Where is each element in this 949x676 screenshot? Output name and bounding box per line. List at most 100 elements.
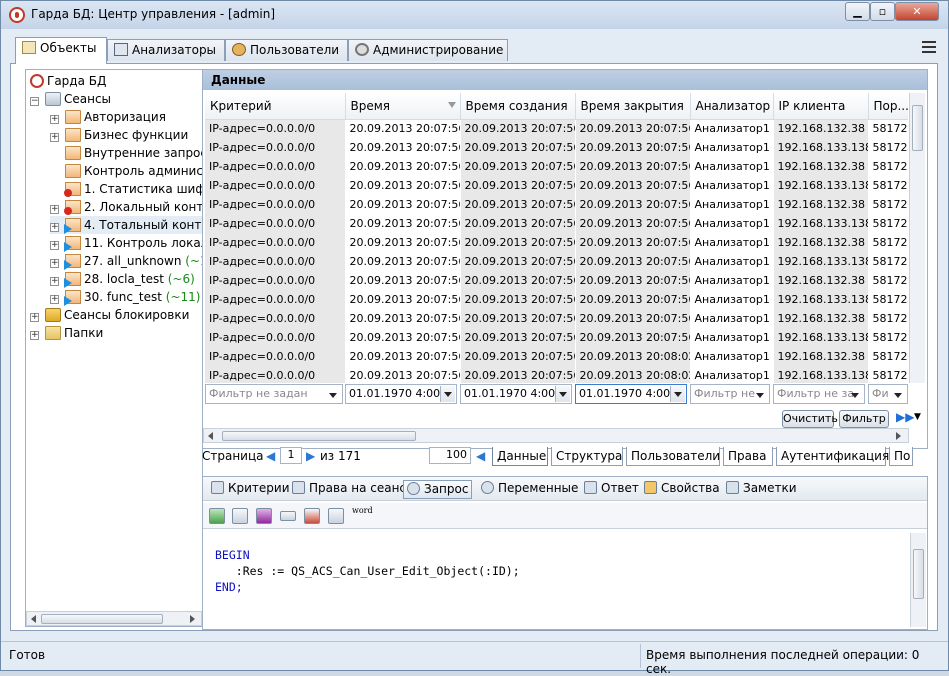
table-cell[interactable]: IP-адрес=0.0.0.0/0 [205,138,346,157]
format-icon[interactable] [280,511,296,521]
tree-item[interactable]: +27. all_unknown (~1 [50,252,202,270]
table-cell[interactable]: 20.09.2013 20:07:56 [575,138,691,157]
table-cell[interactable]: IP-адрес=0.0.0.0/0 [205,233,346,252]
expand-icon[interactable]: + [50,223,59,232]
table-cell[interactable]: 20.09.2013 20:07:56 [460,309,576,328]
expand-icon[interactable]: + [50,241,59,250]
table-cell[interactable]: 58172 [868,252,908,271]
table-cell[interactable]: 20.09.2013 20:07:56 [575,328,691,347]
table-cell[interactable]: 20.09.2013 20:07:56 [460,290,576,309]
tab-variables[interactable]: Переменные [478,480,581,499]
dropdown-icon[interactable] [440,386,455,402]
table-cell[interactable]: 20.09.2013 20:07:56 [575,119,691,138]
table-row[interactable]: IP-адрес=0.0.0.0/0 20.09.2013 20:07:56 20.… [205,214,908,233]
table-cell[interactable]: 192.168.133.138 [773,176,869,195]
tabs-left-icon[interactable]: ◀ [476,449,485,463]
save-icon[interactable] [256,508,272,524]
table-cell[interactable]: 58172 [868,138,908,157]
tree-item[interactable]: Внутренние запрос [65,144,202,162]
tab-authentication[interactable]: Аутентификация [776,447,889,466]
table-cell[interactable]: Анализатор1 [690,138,774,157]
table-cell[interactable]: 20.09.2013 20:07:56 [345,290,461,309]
tree-item[interactable]: 1. Статистика шиф [64,180,202,198]
table-cell[interactable]: Анализатор1 [690,290,774,309]
table-cell[interactable]: 58172 [868,328,908,347]
table-cell[interactable]: 20.09.2013 20:07:56 [345,366,461,383]
table-row[interactable]: IP-адрес=0.0.0.0/0 20.09.2013 20:07:56 20.… [205,195,908,214]
table-cell[interactable]: 20.09.2013 20:07:56 [460,328,576,347]
created-filter[interactable]: 01.01.1970 4:00... [460,384,572,404]
tree-item[interactable]: +11. Контроль локал [50,234,202,252]
print-icon[interactable] [232,508,248,524]
table-cell[interactable]: Анализатор1 [690,119,774,138]
table-cell[interactable]: 20.09.2013 20:07:56 [575,214,691,233]
table-cell[interactable]: 192.168.133.138 [773,138,869,157]
tree-node-block-sessions[interactable]: + Сеансы блокировки [30,306,189,324]
table-cell[interactable]: 192.168.132.38 [773,233,869,252]
table-cell[interactable]: 20.09.2013 20:07:56 [460,195,576,214]
tab-db-users[interactable]: Пользователи [626,447,720,466]
table-row[interactable]: IP-адрес=0.0.0.0/0 20.09.2013 20:07:56 20.… [205,252,908,271]
table-cell[interactable]: 20.09.2013 20:07:56 [575,290,691,309]
table-cell[interactable]: 192.168.132.38 [773,195,869,214]
table-cell[interactable]: 192.168.133.138 [773,328,869,347]
maximize-button[interactable]: ▫ [870,2,895,21]
table-cell[interactable]: 192.168.132.38 [773,347,869,366]
table-cell[interactable]: Анализатор1 [690,157,774,176]
table-cell[interactable]: 58172 [868,195,908,214]
minimize-button[interactable]: ▁ [845,2,870,21]
scroll-right-icon[interactable] [896,432,901,440]
expand-icon[interactable]: + [30,331,39,340]
tree-item[interactable]: + Авторизация [50,108,166,126]
tab-objects[interactable]: Объекты [15,37,107,64]
table-cell[interactable]: IP-адрес=0.0.0.0/0 [205,195,346,214]
scroll-thumb[interactable] [913,549,924,599]
table-cell[interactable]: 20.09.2013 20:07:56 [460,252,576,271]
tree-node-sessions[interactable]: − Сеансы [30,90,111,108]
table-cell[interactable]: 20.09.2013 20:07:56 [345,328,461,347]
col-client-ip[interactable]: IP клиента [773,93,869,120]
table-cell[interactable]: 192.168.133.138 [773,366,869,383]
table-cell[interactable]: 20.09.2013 20:07:56 [460,157,576,176]
tree-item[interactable]: Контроль админис [65,162,202,180]
table-cell[interactable]: 20.09.2013 20:07:56 [345,252,461,271]
table-cell[interactable]: Анализатор1 [690,271,774,290]
table-row[interactable]: IP-адрес=0.0.0.0/0 20.09.2013 20:07:56 20.… [205,138,908,157]
port-filter[interactable]: Фи [868,384,908,404]
grid-vscrollbar[interactable] [909,93,925,383]
analyzer-filter[interactable]: Фильтр не [690,384,770,404]
expand-filters-icon[interactable]: ▶▶ [896,410,914,424]
col-analyzer[interactable]: Анализатор [690,93,774,120]
table-cell[interactable]: 20.09.2013 20:07:56 [575,252,691,271]
expand-icon[interactable]: + [50,115,59,124]
table-cell[interactable]: Анализатор1 [690,176,774,195]
table-cell[interactable]: Анализатор1 [690,328,774,347]
table-cell[interactable]: 20.09.2013 20:07:56 [575,157,691,176]
table-cell[interactable]: IP-адрес=0.0.0.0/0 [205,157,346,176]
close-button[interactable]: ✕ [895,2,939,21]
closed-filter[interactable]: 01.01.1970 4:00... [575,384,687,404]
chevron-down-icon[interactable]: ▼ [914,412,921,422]
table-cell[interactable]: Анализатор1 [690,366,774,383]
table-cell[interactable]: 20.09.2013 20:07:56 [345,271,461,290]
table-cell[interactable]: IP-адрес=0.0.0.0/0 [205,290,346,309]
table-cell[interactable]: 192.168.132.38 [773,157,869,176]
export-icon[interactable] [209,508,225,524]
table-cell[interactable]: IP-адрес=0.0.0.0/0 [205,252,346,271]
table-cell[interactable]: 20.09.2013 20:07:56 [460,138,576,157]
expand-icon[interactable]: + [50,133,59,142]
table-cell[interactable]: 20.09.2013 20:07:56 [575,195,691,214]
table-cell[interactable]: 20.09.2013 20:07:56 [345,233,461,252]
table-row[interactable]: IP-адрес=0.0.0.0/0 20.09.2013 20:07:56 20.… [205,233,908,252]
table-cell[interactable]: 20.09.2013 20:07:56 [575,176,691,195]
table-cell[interactable]: 192.168.132.38 [773,119,869,138]
tab-rights[interactable]: Права [723,447,773,466]
scroll-left-icon[interactable] [31,615,36,623]
menu-icon[interactable] [922,41,936,53]
tree-item[interactable]: +28. locla_test (~6) [50,270,195,288]
table-cell[interactable]: 58172 [868,176,908,195]
query-vscrollbar[interactable] [910,533,926,627]
table-cell[interactable]: 20.09.2013 20:07:56 [345,214,461,233]
expand-icon[interactable]: + [50,295,59,304]
table-cell[interactable]: IP-адрес=0.0.0.0/0 [205,328,346,347]
